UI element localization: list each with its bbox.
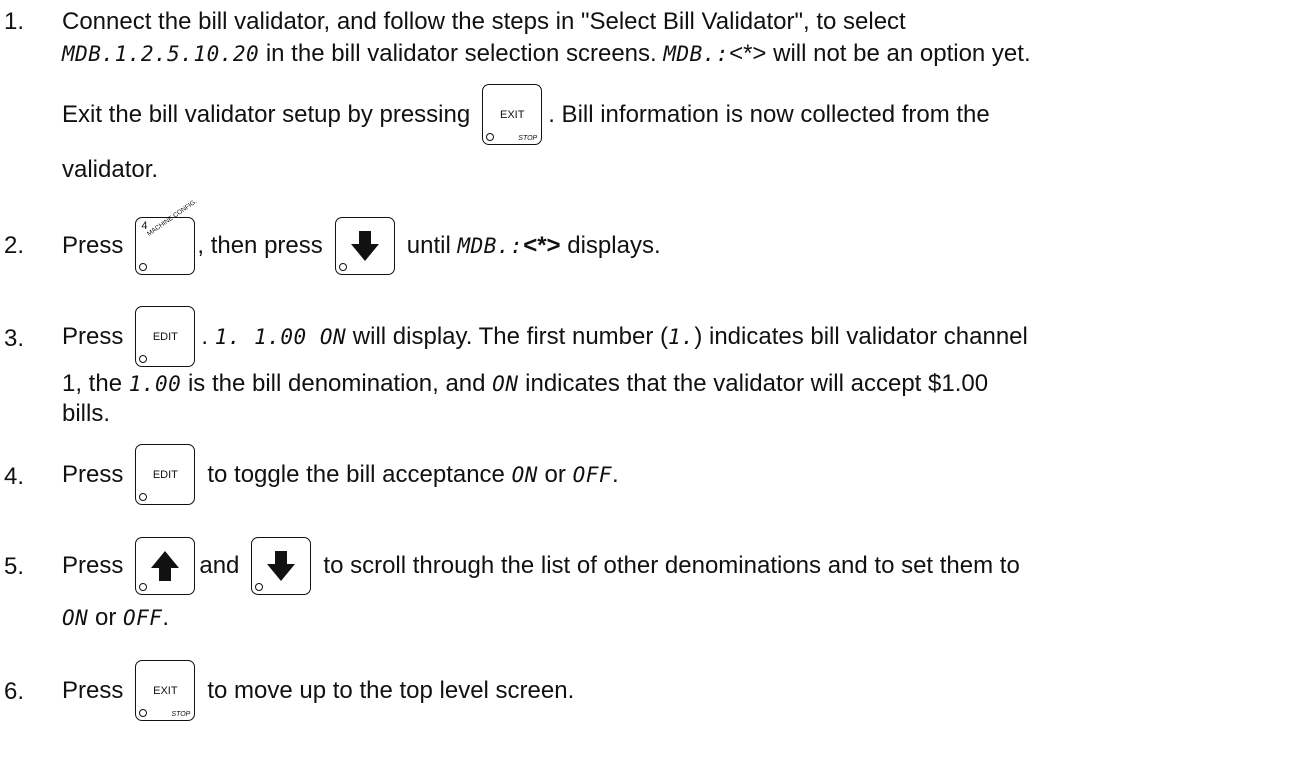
step-2-line: Press 4 MACHINE CONFIG. , then press unt… [62, 198, 661, 276]
step-number: 4. [4, 463, 25, 490]
led-icon [486, 133, 495, 141]
edit-key[interactable]: EDIT [135, 306, 196, 367]
display-text: OFF [572, 462, 612, 487]
step-number: 6. [4, 678, 25, 705]
display-text: MDB.: [663, 42, 730, 66]
step-6-line: Press EXIT STOP to move up to the top le… [62, 660, 574, 721]
step-3-line-3: bills. [62, 400, 111, 427]
step-1-line-2: MDB.1.2.5.10.20 in the bill validator se… [62, 40, 1031, 67]
display-text: 1. 1.00 ON [214, 324, 347, 349]
step-number: 3. [4, 325, 25, 352]
led-icon [255, 583, 264, 591]
led-icon [338, 262, 347, 271]
step-5-line-2: ON or OFF. [62, 604, 170, 631]
display-text: ON [492, 372, 519, 396]
step-number: 2. [4, 232, 25, 259]
step-1-line-3: Exit the bill validator setup by pressin… [62, 84, 990, 145]
display-text: OFF [122, 606, 163, 630]
arrow-up-icon [151, 551, 180, 581]
step-number: 5. [4, 553, 25, 580]
step-1-line-1: Connect the bill validator, and follow t… [62, 8, 906, 35]
display-text: MDB.: [457, 233, 524, 258]
step-5-line-1: Press and to scroll through the list of … [62, 536, 1020, 596]
step-4-line: Press EDIT to toggle the bill acceptance… [62, 444, 619, 505]
led-icon [139, 493, 148, 501]
down-arrow-key[interactable] [334, 216, 395, 275]
led-icon [139, 709, 148, 717]
step-3-line-1: Press EDIT . 1. 1.00 ON will display. Th… [62, 306, 1028, 367]
step-1-line-4: validator. [62, 156, 159, 183]
arrow-down-icon [350, 230, 379, 261]
exit-key[interactable]: EXIT STOP [482, 84, 543, 145]
up-arrow-key[interactable] [135, 537, 196, 595]
led-icon [139, 262, 148, 271]
exit-key[interactable]: EXIT STOP [135, 660, 196, 721]
edit-key[interactable]: EDIT [135, 444, 196, 505]
led-icon [139, 355, 148, 363]
machine-config-key[interactable]: 4 MACHINE CONFIG. [135, 198, 199, 275]
display-text: ON [511, 462, 538, 487]
display-text: 1. [668, 324, 695, 349]
display-text: ON [62, 606, 89, 630]
display-text: 1.00 [128, 372, 182, 396]
step-3-line-2: 1, the 1.00 is the bill denomination, an… [62, 370, 989, 397]
step-number: 1. [4, 8, 25, 35]
display-text: MDB.1.2.5.10.20 [62, 42, 260, 66]
led-icon [139, 583, 148, 591]
down-arrow-key[interactable] [251, 537, 312, 595]
arrow-down-icon [267, 551, 296, 581]
